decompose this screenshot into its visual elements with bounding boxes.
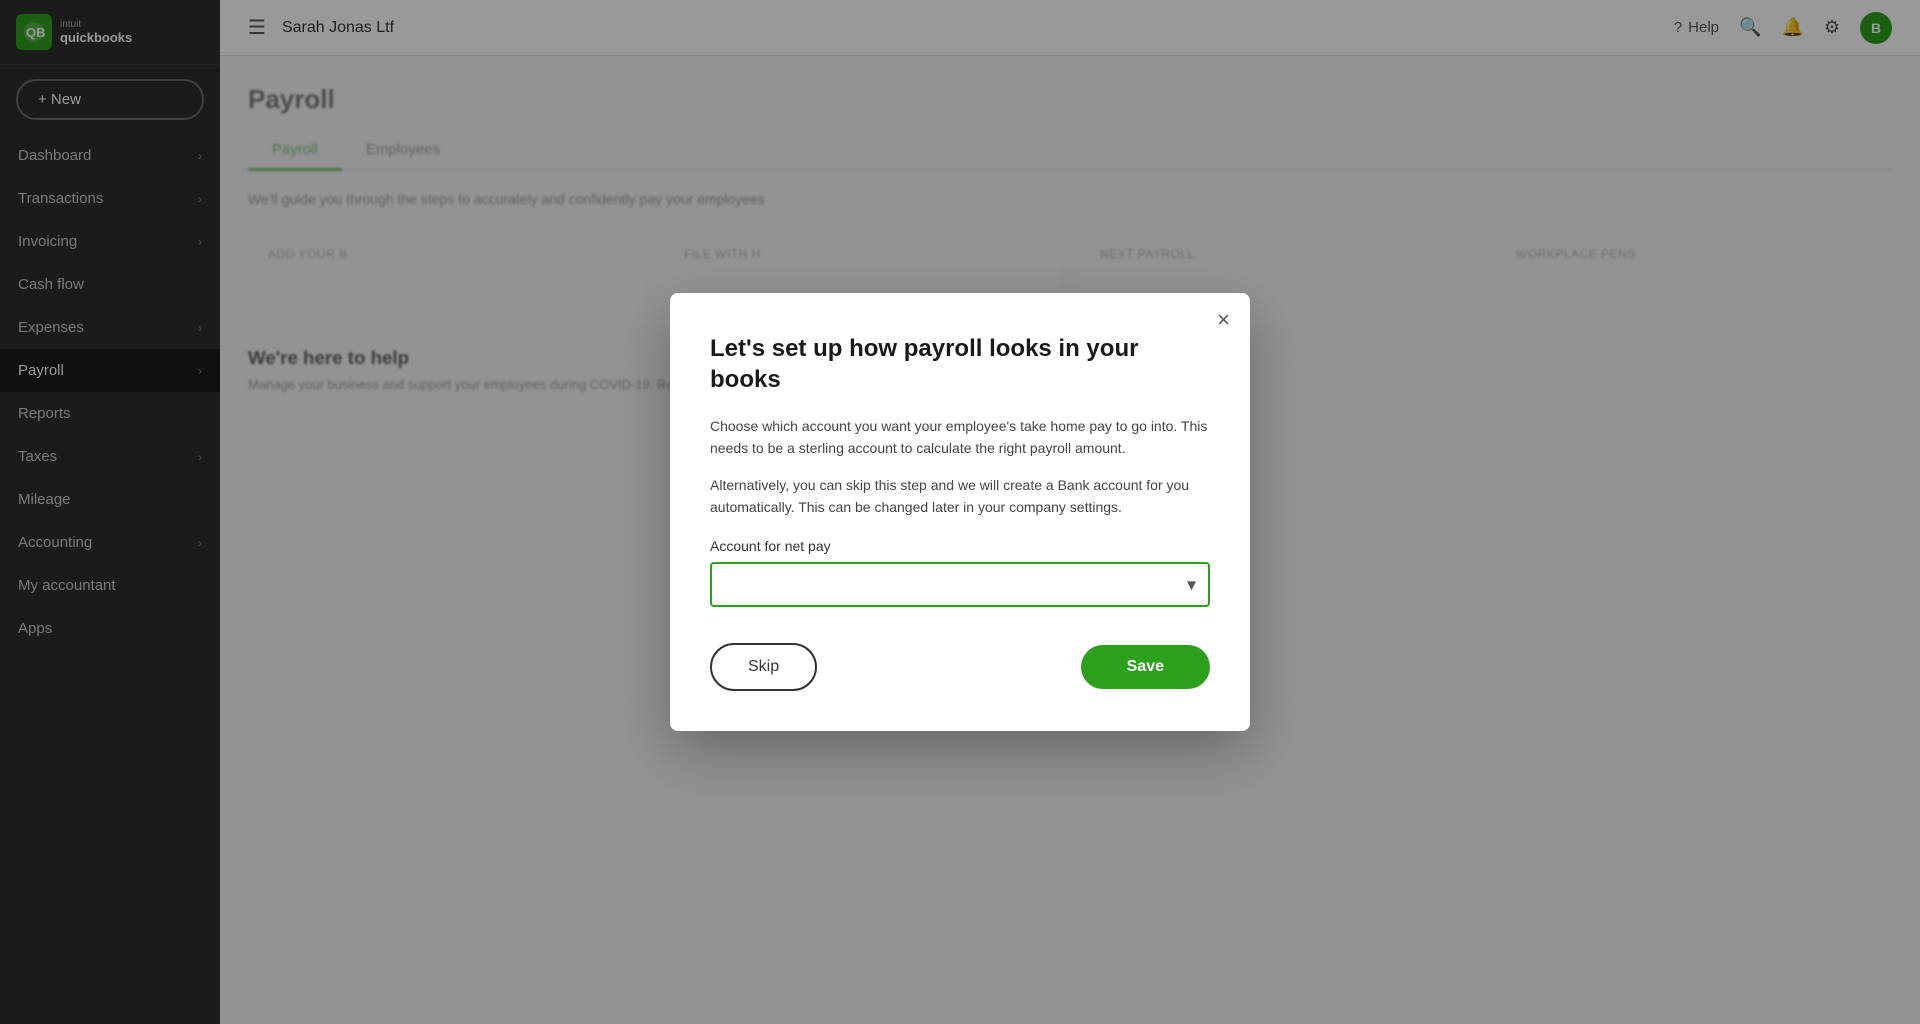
- account-label: Account for net pay: [710, 538, 1210, 554]
- save-button[interactable]: Save: [1081, 645, 1210, 689]
- account-select-wrapper: ▾: [710, 562, 1210, 607]
- account-for-net-pay-select[interactable]: [710, 562, 1210, 607]
- modal-close-button[interactable]: ×: [1217, 309, 1230, 331]
- modal-actions: Skip Save: [710, 643, 1210, 691]
- modal-description-1: Choose which account you want your emplo…: [710, 415, 1210, 460]
- modal-description-2: Alternatively, you can skip this step an…: [710, 474, 1210, 519]
- skip-button[interactable]: Skip: [710, 643, 817, 691]
- modal-overlay: × Let's set up how payroll looks in your…: [220, 0, 1920, 1024]
- modal-title: Let's set up how payroll looks in your b…: [710, 333, 1210, 395]
- modal-dialog: × Let's set up how payroll looks in your…: [670, 293, 1250, 732]
- main-content: ☰ Sarah Jonas Ltf ? Help 🔍 🔔 ⚙ B Payroll…: [220, 0, 1920, 1024]
